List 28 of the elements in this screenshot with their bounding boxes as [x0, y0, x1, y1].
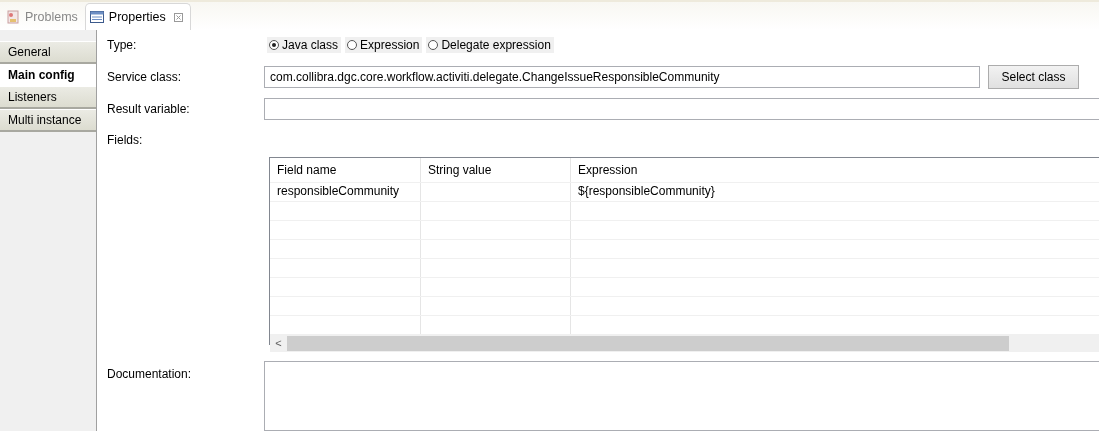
table-cell: responsibleCommunity [270, 183, 421, 201]
view-tab[interactable]: Properties [84, 3, 191, 30]
result-variable-field[interactable] [264, 98, 1099, 120]
field-label: Result variable: [107, 102, 191, 116]
view-tab[interactable]: Problems [2, 4, 85, 30]
radio-button[interactable] [428, 40, 439, 50]
scrollbar-thumb[interactable] [287, 336, 1009, 351]
field-label: Type: [107, 38, 138, 52]
close-icon[interactable] [173, 12, 183, 22]
field-label: Documentation: [107, 366, 193, 381]
documentation-field[interactable] [264, 361, 1099, 431]
sidebar-tab[interactable]: Listeners [0, 86, 96, 109]
table-icon [89, 11, 104, 23]
column-header[interactable]: Expression [571, 158, 1099, 182]
radio-button[interactable] [269, 40, 279, 50]
sidebar-tab[interactable]: Multi instance [0, 109, 96, 132]
scroll-left-button[interactable]: < [270, 336, 287, 351]
field-label: Service class: [107, 69, 183, 84]
radio-button[interactable] [347, 40, 358, 50]
select-class-button[interactable]: Select class [988, 64, 1079, 89]
service-class-field[interactable]: com.collibra.dgc.core.workflow.activiti.delegate.ChangeIssueResponsibleCommunity [264, 65, 980, 88]
sidebar-tab[interactable]: Main config [0, 64, 96, 86]
table-cell-text: ${responsibleCommunity} [577, 183, 716, 200]
column-header[interactable]: String value [421, 158, 571, 182]
sidebar-tab[interactable]: General [0, 41, 96, 64]
field-label: Fields: [107, 133, 144, 147]
horizontal-scrollbar[interactable]: < [270, 335, 1099, 352]
column-header[interactable]: Field name [270, 158, 421, 182]
